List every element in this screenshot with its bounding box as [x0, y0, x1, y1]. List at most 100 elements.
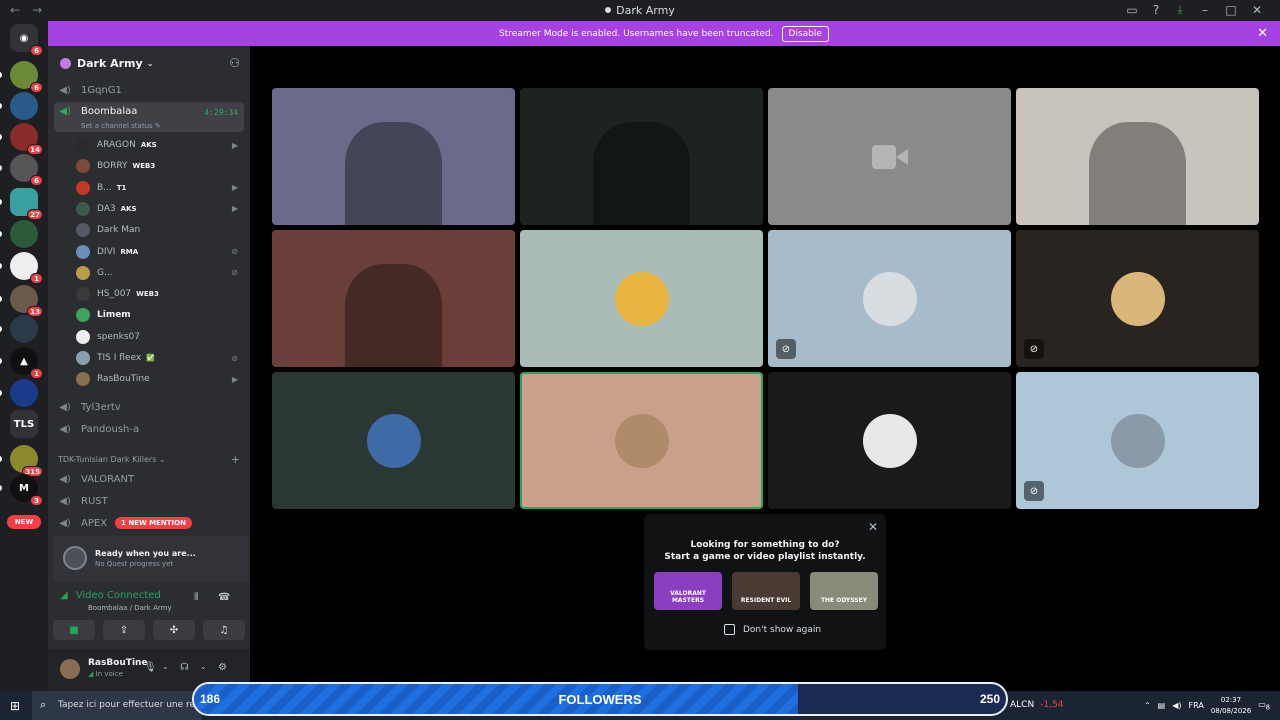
voice-channel[interactable]: ◀) RUST — [54, 491, 244, 511]
activities-button[interactable]: ✣ — [153, 620, 195, 640]
server-icon[interactable]: 315 — [0, 445, 43, 477]
notification-icon[interactable]: ▭8 — [1258, 700, 1270, 712]
close-icon[interactable]: ✕ — [868, 520, 878, 534]
video-tile[interactable] — [1016, 88, 1259, 225]
video-tile[interactable] — [520, 88, 763, 225]
download-icon[interactable]: ⤓ — [1168, 2, 1192, 17]
category-header[interactable]: TDK-Tunisian Dark Killers ⌄ + — [58, 453, 244, 466]
channel-status-prompt[interactable]: Set a channel status ✎ — [81, 122, 161, 130]
voice-user[interactable]: BORRY WEB3 — [76, 156, 244, 176]
voice-user[interactable]: Dark Man — [76, 220, 244, 240]
voice-user[interactable]: B... T1 ▶ — [76, 178, 244, 198]
clock[interactable]: 02:37 08/08/2026 — [1211, 695, 1251, 717]
voice-user-name: BORRY — [97, 161, 128, 172]
avatar — [76, 138, 90, 152]
channel-name: VALORANT — [81, 473, 135, 485]
camera-button[interactable]: ■ — [53, 620, 95, 640]
server-icon[interactable] — [0, 220, 38, 248]
server-header[interactable]: Dark Army ⌄ ⚇ — [48, 46, 250, 80]
home-button[interactable]: ◉ 6 — [10, 24, 43, 56]
voice-channel[interactable]: ◀) Pandoush-a — [54, 419, 244, 439]
voice-user[interactable]: spenks07 — [76, 327, 244, 347]
chevron-down-icon[interactable]: ⌄ — [200, 662, 207, 671]
gear-icon[interactable]: ⚙ — [218, 662, 227, 673]
add-member-icon[interactable]: ⚇ — [229, 56, 240, 70]
screen-share-button[interactable]: ⇪ — [103, 620, 145, 640]
windows-start-icon[interactable]: ⊞ — [10, 699, 20, 713]
server-icon[interactable]: 6 — [0, 61, 43, 93]
network-icon[interactable]: ▤ — [1158, 701, 1166, 710]
voice-channel[interactable]: ◀) Tyl3ertv — [54, 397, 244, 417]
video-tile[interactable] — [768, 372, 1011, 509]
disable-button[interactable]: Disable — [781, 25, 829, 42]
video-tile[interactable]: ⊘ — [768, 230, 1011, 367]
video-tile[interactable] — [520, 230, 763, 367]
close-icon[interactable]: ✕ — [1257, 26, 1268, 41]
help-icon[interactable]: ? — [1144, 3, 1168, 17]
video-tile[interactable] — [520, 372, 763, 509]
voice-connected[interactable]: ◢ Video Connected — [60, 590, 161, 601]
avatar[interactable] — [60, 659, 80, 679]
video-tile[interactable] — [272, 372, 515, 509]
soundboard-button[interactable]: ♫ — [203, 620, 245, 640]
server-icon[interactable] — [0, 92, 38, 120]
video-tile[interactable]: ⊘ — [1016, 372, 1259, 509]
taskbar-search[interactable]: ⌕ Tapez ici pour effectuer une re — [32, 691, 202, 720]
minimize-icon[interactable]: – — [1192, 3, 1218, 17]
inbox-icon[interactable]: ▭ — [1120, 3, 1144, 17]
server-icon[interactable]: 6 — [0, 154, 43, 186]
voice-user[interactable]: Limem — [76, 305, 244, 325]
microphone-icon[interactable]: 🎙 — [144, 662, 157, 673]
video-icon: ▶ — [231, 140, 238, 150]
close-window-icon[interactable]: ✕ — [1244, 3, 1270, 17]
time: 02:37 — [1220, 695, 1242, 704]
chevron-up-icon[interactable]: ⌃ — [1144, 701, 1151, 710]
voice-channel-active[interactable]: ◀) Boombalaa 4:29:34 Set a channel statu… — [54, 102, 244, 132]
disconnect-icon[interactable]: ☎ — [218, 592, 230, 603]
headphones-icon[interactable]: ☊ — [180, 662, 189, 673]
voice-user[interactable]: G... ⊘ — [76, 263, 244, 283]
voice-channel[interactable]: ◀) VALORANT — [54, 469, 244, 489]
server-icon[interactable]: M3 — [0, 474, 43, 506]
server-icon-tls[interactable]: TLS — [10, 410, 38, 438]
game-card[interactable]: VALORANT MASTERS — [654, 572, 722, 610]
voice-channel[interactable]: ◀) 1GqnG1 — [54, 80, 244, 100]
unread-pill — [0, 199, 2, 205]
video-tile[interactable] — [272, 88, 515, 225]
voice-user[interactable]: HS_007 WEB3 — [76, 284, 244, 304]
voice-user[interactable]: ARAGON AKS ▶ — [76, 135, 244, 155]
server-icon[interactable]: ▲ 1 — [0, 347, 43, 379]
add-channel-icon[interactable]: + — [231, 453, 240, 466]
noise-suppression-icon[interactable]: ⦀ — [194, 592, 198, 603]
game-card[interactable]: THE ODYSSEY — [810, 572, 878, 610]
avatar — [76, 351, 90, 365]
checkbox[interactable] — [724, 624, 735, 635]
avatar — [366, 413, 421, 468]
quest-panel[interactable]: Ready when you are... No Quest progress … — [53, 536, 249, 582]
server-icon[interactable]: 13 — [0, 285, 43, 317]
voice-user[interactable]: RasBouTine ▶ — [76, 369, 244, 389]
server-icon[interactable]: 1 — [0, 252, 43, 284]
game-card[interactable]: RESIDENT EVIL — [732, 572, 800, 610]
voice-user[interactable]: TIS I fleex ✅ ⊘ — [76, 348, 244, 368]
voice-user-name: HS_007 — [97, 289, 132, 300]
language-indicator[interactable]: FRA — [1189, 701, 1204, 710]
new-mention-badge[interactable]: 1 NEW MENTION — [115, 517, 192, 529]
voice-channel[interactable]: ◀) APEX 1 NEW MENTION — [54, 513, 244, 533]
voice-user[interactable]: DA3 AKS ▶ — [76, 199, 244, 219]
maximize-icon[interactable]: □ — [1218, 3, 1244, 17]
server-icon[interactable] — [0, 379, 38, 407]
video-tile[interactable]: ⊘ — [1016, 230, 1259, 367]
server-icon[interactable] — [0, 315, 38, 343]
activity-popup: ✕ Looking for something to do? Start a g… — [644, 514, 886, 650]
voice-user[interactable]: DIVI RMA ⊘ — [76, 242, 244, 262]
server-icon[interactable]: 27 — [0, 188, 43, 220]
dont-show-again-checkbox[interactable]: Don't show again — [724, 624, 821, 635]
video-tile[interactable] — [768, 88, 1011, 225]
server-icon[interactable]: 14 — [0, 123, 43, 155]
chevron-down-icon[interactable]: ⌄ — [162, 662, 169, 671]
video-tile[interactable] — [272, 230, 515, 367]
volume-icon[interactable]: ◀) — [1172, 701, 1181, 710]
avatar — [76, 265, 90, 280]
stock-ticker[interactable]: ALCN -1,54 — [1010, 700, 1063, 710]
